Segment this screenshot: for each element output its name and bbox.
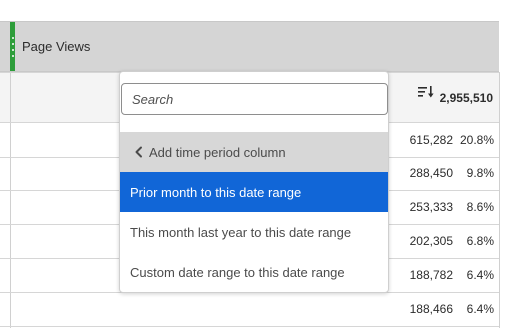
time-period-menu: Add time period column Prior month to th… [119,71,389,293]
row-value: 188,782 [409,268,453,282]
menu-item-prior-month[interactable]: Prior month to this date range [120,172,388,212]
total-value: 2,955,510 [439,91,493,105]
grid-divider [10,72,11,328]
grid-divider [499,72,500,328]
row-percent: 9.8% [466,166,494,180]
row-percent: 20.8% [459,133,494,147]
row-value: 288,450 [409,166,453,180]
freeform-table: Page Views 2,955,510 615,282 20.8% 288,4… [0,0,508,328]
row-percent: 8.6% [466,200,494,214]
add-time-period-back-button[interactable]: Add time period column [120,132,388,172]
row-value: 188,466 [409,302,453,316]
chevron-left-icon [134,146,143,158]
row-value: 615,282 [409,133,453,147]
row-value: 202,305 [409,234,453,248]
drag-handle-icon [11,37,14,57]
column-header[interactable]: Page Views [0,21,499,72]
row-value: 253,333 [409,200,453,214]
row-percent: 6.4% [466,302,494,316]
column-title: Page Views [22,39,91,54]
search-input[interactable] [121,83,388,115]
back-label: Add time period column [149,144,286,160]
menu-item-custom-date-range[interactable]: Custom date range to this date range [120,252,388,292]
sort-descending-icon[interactable] [418,86,434,101]
row-divider [0,326,499,327]
row-percent: 6.8% [466,234,494,248]
menu-item-month-last-year[interactable]: This month last year to this date range [120,212,388,252]
row-percent: 6.4% [466,268,494,282]
